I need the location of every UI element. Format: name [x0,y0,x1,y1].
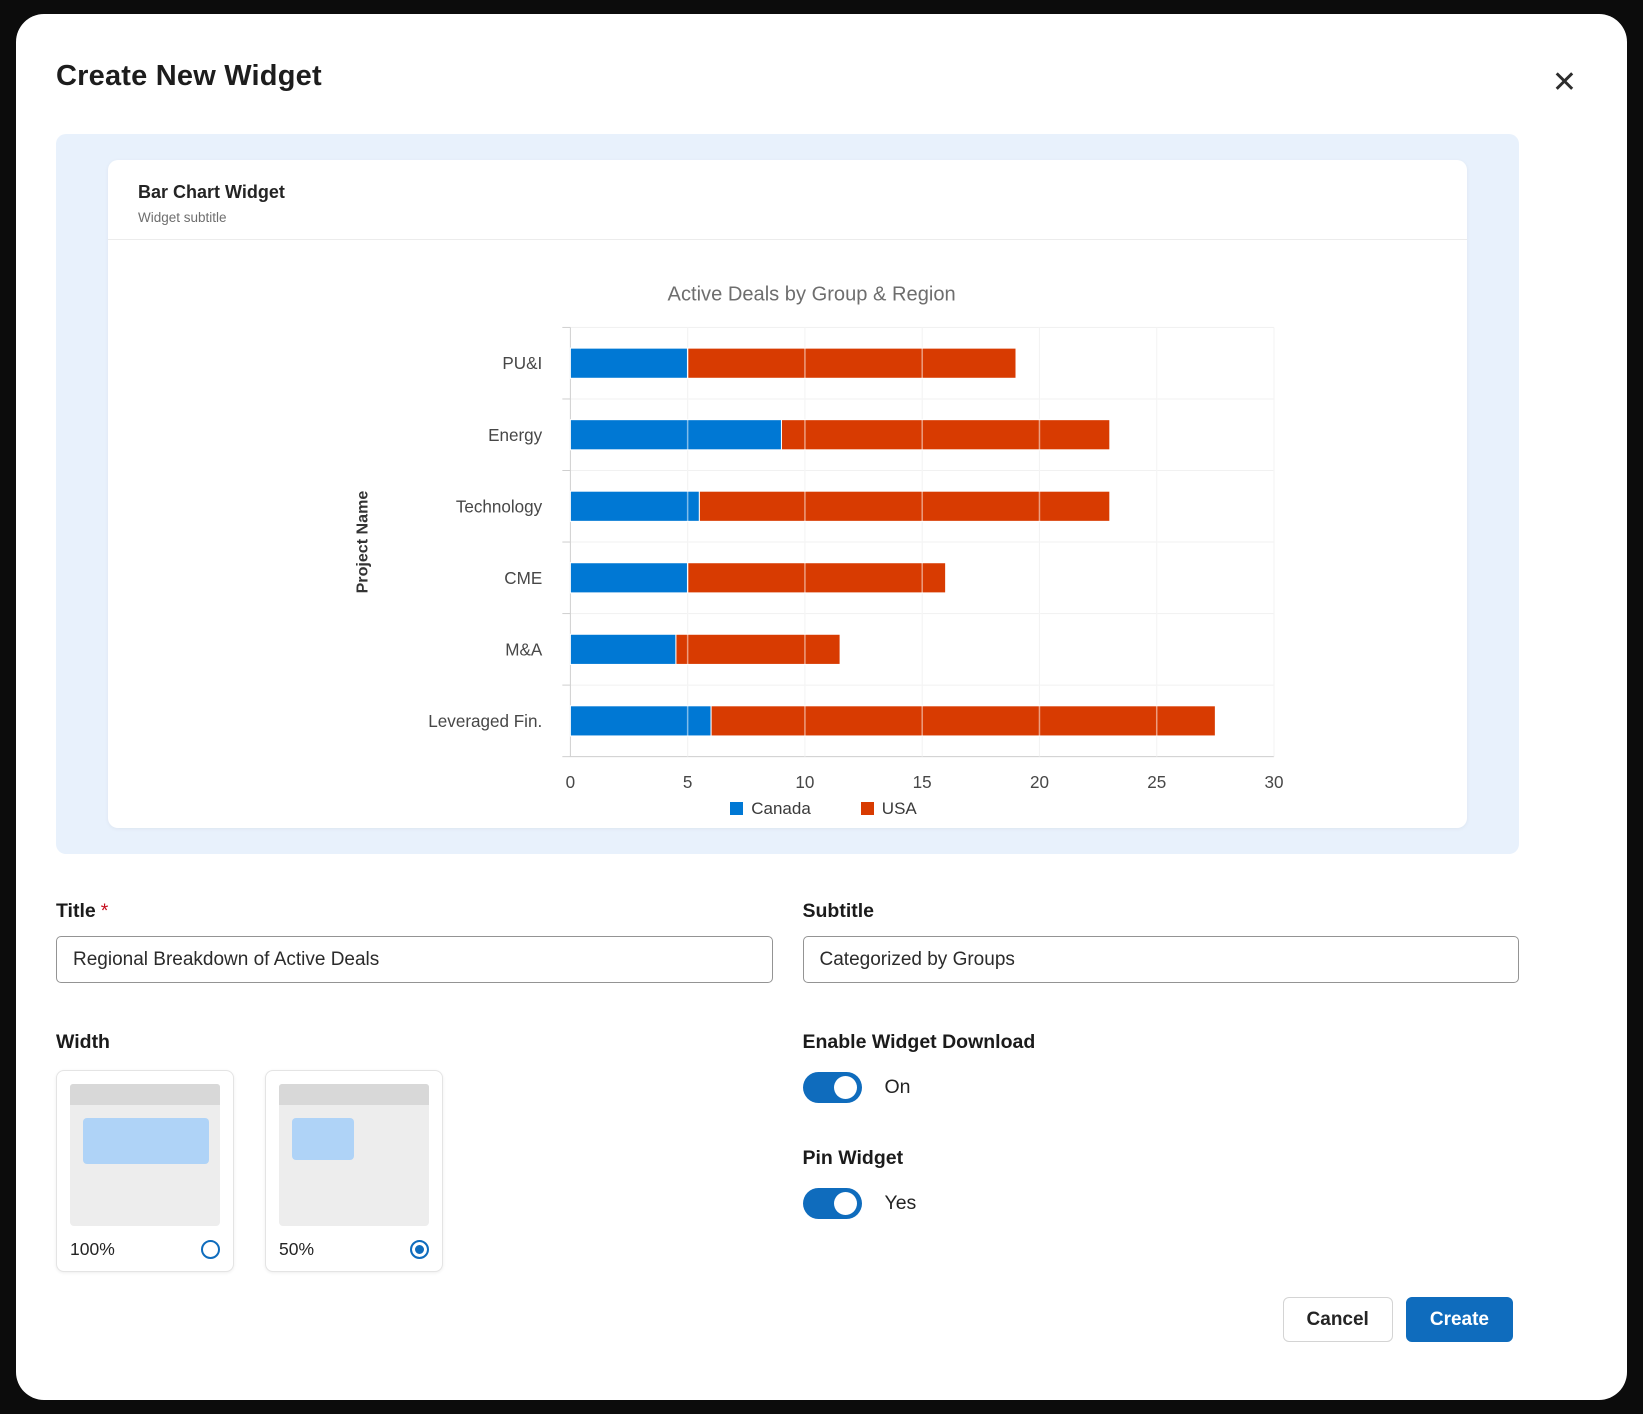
close-button[interactable]: ✕ [1548,64,1581,102]
subtitle-input[interactable] [803,936,1520,983]
width-100-label: 100% [70,1239,115,1260]
pin-toggle[interactable] [803,1188,862,1219]
category-label: Technology [456,497,543,516]
legend-item-canada: Canada [730,799,811,819]
dialog-footer: Cancel Create [1283,1297,1513,1342]
widget-preview-panel: Bar Chart Widget Widget subtitle Active … [56,134,1519,854]
legend-swatch [861,802,874,815]
download-toggle[interactable] [803,1072,862,1103]
download-label: Enable Widget Download [803,1031,1520,1054]
category-label: CME [504,569,542,588]
thumbnail-widget-block [83,1118,209,1164]
dialog-header: Create New Widget ✕ [56,56,1519,102]
bar-segment [688,563,946,593]
bar-segment [570,634,676,664]
x-tick-label: 5 [683,773,693,792]
category-label: PU&I [502,354,542,373]
title-field-group: Title* [56,900,773,983]
width-section: Width 100% [56,1031,773,1272]
bar-segment [570,491,699,521]
bar-segment [676,634,840,664]
download-state: On [885,1076,911,1099]
title-input[interactable] [56,936,773,983]
pin-state: Yes [885,1192,917,1215]
x-tick-label: 30 [1264,773,1283,792]
x-tick-label: 25 [1147,773,1166,792]
widget-card-header: Bar Chart Widget Widget subtitle [108,160,1467,240]
legend-item-usa: USA [861,799,917,819]
x-tick-label: 20 [1030,773,1049,792]
close-icon: ✕ [1552,66,1577,99]
x-tick-label: 15 [913,773,932,792]
y-axis-label: Project Name [353,491,371,594]
bar-segment [570,563,687,593]
subtitle-label: Subtitle [803,900,1520,923]
category-label: Leveraged Fin. [428,712,542,731]
width-50-thumbnail [279,1084,429,1226]
toggle-knob [834,1192,857,1215]
widget-card-title: Bar Chart Widget [138,182,1437,203]
toggle-knob [834,1076,857,1099]
category-label: Energy [488,426,543,445]
legend-label: USA [882,799,917,819]
dialog-title: Create New Widget [56,60,322,93]
subtitle-field-group: Subtitle [803,900,1520,983]
bar-segment [699,491,1109,521]
chart-title: Active Deals by Group & Region [668,283,956,305]
width-50-radio[interactable] [410,1240,429,1259]
pin-label: Pin Widget [803,1147,1520,1170]
form-row-1: Title* Subtitle [56,900,1519,983]
category-label: M&A [505,640,543,659]
thumbnail-header-bar [70,1084,220,1105]
thumbnail-header-bar [279,1084,429,1105]
title-label: Title* [56,900,773,923]
bar-segment [781,420,1109,450]
x-tick-label: 10 [795,773,814,792]
width-options: 100% 50% [56,1070,773,1272]
width-100-radio[interactable] [201,1240,220,1259]
create-widget-dialog: Create New Widget ✕ Bar Chart Widget Wid… [16,14,1627,1400]
bar-chart: Active Deals by Group & Region PU&I Energy… [108,240,1467,805]
bar-segment [570,348,687,378]
widget-card-subtitle: Widget subtitle [138,210,1437,225]
cancel-button[interactable]: Cancel [1283,1297,1393,1342]
x-tick-label: 0 [566,773,576,792]
bar-segment [688,348,1016,378]
width-option-100[interactable]: 100% [56,1070,234,1272]
width-label: Width [56,1031,773,1054]
bar-segment [570,706,711,736]
widget-preview-card: Bar Chart Widget Widget subtitle Active … [108,160,1467,828]
toggles-section: Enable Widget Download On Pin Widget Yes [803,1031,1520,1272]
width-100-thumbnail [70,1084,220,1226]
width-option-50[interactable]: 50% [265,1070,443,1272]
legend-label: Canada [751,799,811,819]
width-50-label: 50% [279,1239,314,1260]
bar-segment [570,420,781,450]
bar-segment [711,706,1215,736]
chart-legend: Canada USA [180,799,1467,828]
create-button[interactable]: Create [1406,1297,1513,1342]
thumbnail-widget-block [292,1118,354,1160]
bar-chart-svg: Active Deals by Group & Region PU&I Energy… [108,242,1467,805]
legend-swatch [730,802,743,815]
form-row-2: Width 100% [56,1031,1519,1272]
required-asterisk: * [101,900,109,922]
